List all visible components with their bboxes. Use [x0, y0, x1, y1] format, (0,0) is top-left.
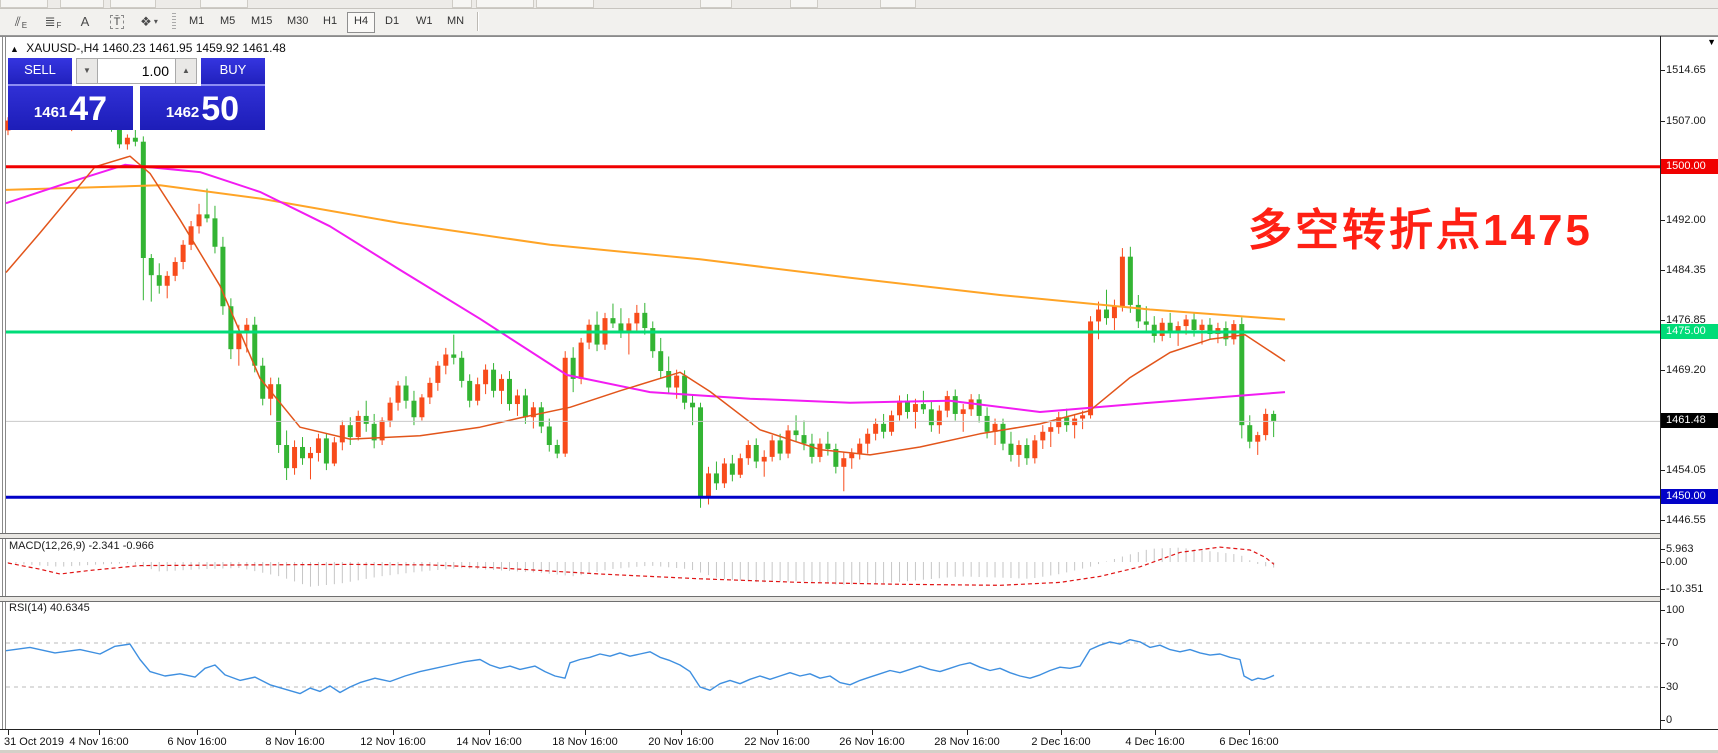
price-tick-label: 1446.55: [1666, 513, 1706, 527]
time-tick: [295, 730, 296, 735]
price-level-badge: 1500.00: [1661, 159, 1718, 174]
panel-splitter-rsi[interactable]: [0, 596, 1660, 602]
collapse-arrow-icon[interactable]: ▲: [10, 44, 19, 54]
chart-shift-marker-icon[interactable]: ▼: [1707, 37, 1716, 47]
price-tick-label: 1469.20: [1666, 363, 1706, 377]
time-tick: [1155, 730, 1156, 735]
sell-button[interactable]: SELL: [8, 58, 72, 86]
time-tick: [967, 730, 968, 735]
axis-tick: [1660, 549, 1665, 550]
axis-tick: [1660, 589, 1665, 590]
time-tick-label: 20 Nov 16:00: [648, 736, 713, 748]
time-tick: [99, 730, 100, 735]
price-tick-label: 1454.05: [1666, 463, 1706, 477]
time-tick: [1249, 730, 1250, 735]
time-tick-label: 4 Nov 16:00: [69, 736, 128, 748]
sell-price-pips: 47: [69, 90, 107, 128]
time-tick: [681, 730, 682, 735]
rsi-indicator-label: RSI(14) 40.6345: [9, 602, 90, 614]
macd-axis-label: 0.00: [1666, 555, 1687, 569]
axis-tick: [1660, 720, 1665, 721]
time-tick-label: 18 Nov 16:00: [552, 736, 617, 748]
buy-price-stem: 1462: [166, 98, 199, 128]
price-level-badge: 1475.00: [1661, 324, 1718, 339]
rsi-axis-label: 0: [1666, 713, 1672, 727]
rsi-axis-label: 70: [1666, 636, 1678, 650]
time-tick-label: 6 Dec 16:00: [1219, 736, 1278, 748]
time-tick-label: 26 Nov 16:00: [839, 736, 904, 748]
time-tick: [585, 730, 586, 735]
time-tick-label: 2 Dec 16:00: [1031, 736, 1090, 748]
axis-tick: [1660, 520, 1665, 521]
time-tick-label: 4 Dec 16:00: [1125, 736, 1184, 748]
axis-tick: [1660, 687, 1665, 688]
macd-axis-label: 5.963: [1666, 542, 1694, 556]
axis-tick: [1660, 643, 1665, 644]
time-tick: [777, 730, 778, 735]
axis-tick: [1660, 610, 1665, 611]
time-tick: [197, 730, 198, 735]
chart-header: ▲ XAUUSD-,H4 1460.23 1461.95 1459.92 146…: [10, 41, 286, 55]
axis-tick: [1660, 70, 1665, 71]
symbol-timeframe-label: XAUUSD-,H4: [26, 41, 99, 55]
time-tick: [393, 730, 394, 735]
time-tick-label: 31 Oct 2019: [4, 736, 64, 748]
axis-tick: [1660, 220, 1665, 221]
price-level-badge: 1450.00: [1661, 489, 1718, 504]
price-tick-label: 1507.00: [1666, 114, 1706, 128]
time-tick-label: 8 Nov 16:00: [265, 736, 324, 748]
time-tick-label: 14 Nov 16:00: [456, 736, 521, 748]
buy-price-button[interactable]: 1462 50: [140, 86, 265, 130]
time-tick-label: 28 Nov 16:00: [934, 736, 999, 748]
axis-tick: [1660, 121, 1665, 122]
axis-tick: [1660, 470, 1665, 471]
panel-splitter-macd[interactable]: [0, 533, 1660, 539]
time-tick: [489, 730, 490, 735]
macd-axis-label: -10.351: [1666, 582, 1703, 596]
sell-price-stem: 1461: [34, 98, 67, 128]
lot-size-input[interactable]: [98, 58, 175, 84]
mt4-window: ⫽E≣FAT❖▾M1M5M15M30H1H4D1W1MN ▲ XAUUSD-,H…: [0, 0, 1718, 753]
price-tick-label: 1514.65: [1666, 63, 1706, 77]
time-tick-label: 6 Nov 16:00: [167, 736, 226, 748]
time-axis[interactable]: 31 Oct 2019 4 Nov 16:00 6 Nov 16:00 8 Nov 1…: [0, 729, 1718, 751]
axis-tick: [1660, 270, 1665, 271]
price-level-badge: 1461.48: [1661, 413, 1718, 428]
time-tick: [8, 730, 9, 735]
axis-tick: [1660, 320, 1665, 321]
time-tick-label: 12 Nov 16:00: [360, 736, 425, 748]
price-tick-label: 1492.00: [1666, 213, 1706, 227]
buy-button[interactable]: BUY: [201, 58, 265, 86]
time-tick: [872, 730, 873, 735]
rsi-axis-label: 30: [1666, 680, 1678, 694]
ohlc-values: 1460.23 1461.95 1459.92 1461.48: [102, 41, 286, 55]
sell-price-button[interactable]: 1461 47: [8, 86, 133, 130]
lot-decrease-button[interactable]: ▼: [76, 58, 98, 84]
one-click-trading-panel: SELL ▼ ▲ BUY 1461 47 1462 50: [8, 58, 265, 130]
macd-indicator-label: MACD(12,26,9) -2.341 -0.966: [9, 540, 154, 552]
rsi-axis-label: 100: [1666, 603, 1684, 617]
lot-increase-button[interactable]: ▲: [175, 58, 197, 84]
chart-annotation-text[interactable]: 多空转折点1475: [1248, 194, 1593, 258]
axis-tick: [1660, 370, 1665, 371]
axis-tick: [1660, 562, 1665, 563]
price-tick-label: 1484.35: [1666, 263, 1706, 277]
time-tick-label: 22 Nov 16:00: [744, 736, 809, 748]
buy-price-pips: 50: [201, 90, 239, 128]
time-tick: [1061, 730, 1062, 735]
